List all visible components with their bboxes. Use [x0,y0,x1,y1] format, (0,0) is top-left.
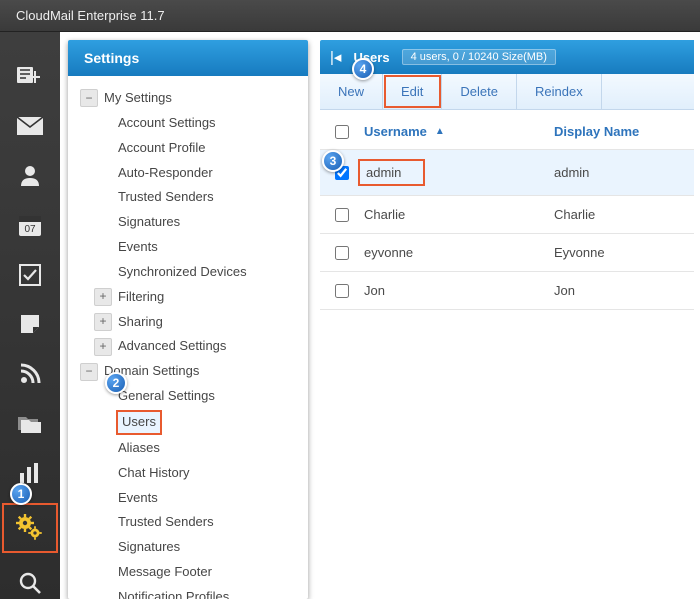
select-all-checkbox[interactable] [335,125,349,139]
main-meta: 4 users, 0 / 10240 Size(MB) [402,49,556,65]
tasks-icon [19,264,41,286]
tree-item-synchronized-devices[interactable]: Synchronized Devices [76,260,300,285]
cell-display-name: Jon [554,283,694,298]
users-table: Username ▲ Display Name admin admin Char… [320,110,694,310]
expand-icon[interactable]: + [94,338,112,356]
new-button[interactable]: New [320,74,383,109]
cell-display-name: Charlie [554,207,694,222]
row-checkbox[interactable] [335,246,349,260]
main-panel: |◂ Users 4 users, 0 / 10240 Size(MB) New… [320,40,694,599]
rail-settings[interactable] [6,507,54,549]
collapse-icon[interactable]: − [80,363,98,381]
column-display-name[interactable]: Display Name [554,124,694,139]
rail-search[interactable] [12,567,48,599]
table-header: Username ▲ Display Name [320,110,694,150]
rail-files[interactable] [12,408,48,440]
tree-item-chat-history[interactable]: Chat History [76,461,300,486]
tree-item-trusted-senders[interactable]: Trusted Senders [76,185,300,210]
tree-item-trusted-senders-domain[interactable]: Trusted Senders [76,510,300,535]
settings-tree: − My Settings Account Settings Account P… [68,76,308,599]
tree-section-label: My Settings [104,89,172,108]
rail-tasks[interactable] [12,259,48,291]
main-header: |◂ Users 4 users, 0 / 10240 Size(MB) [320,40,694,74]
filestorage-icon [18,414,42,434]
tree-item-sharing[interactable]: +Sharing [76,310,300,335]
table-row[interactable]: eyvonne Eyvonne [320,234,694,272]
compose-icon [17,65,43,87]
svg-text:07: 07 [24,224,36,235]
tree-item-aliases[interactable]: Aliases [76,436,300,461]
tree-item-message-footer[interactable]: Message Footer [76,560,300,585]
reindex-button[interactable]: Reindex [517,74,602,109]
cell-username: Charlie [364,207,554,222]
tree-item-advanced-settings[interactable]: +Advanced Settings [76,334,300,359]
calendar-icon: 07 [18,213,42,237]
settings-sidebar: Settings − My Settings Account Settings … [68,40,308,599]
tree-item-users[interactable]: Users [76,409,300,436]
sort-asc-icon: ▲ [435,126,445,137]
expand-icon[interactable]: + [94,313,112,331]
callout-3: 3 [322,150,344,172]
tree-item-auto-responder[interactable]: Auto-Responder [76,161,300,186]
row-checkbox[interactable] [335,208,349,222]
app-title: CloudMail Enterprise 11.7 [16,8,165,23]
cell-display-name: Eyvonne [554,245,694,260]
tree-item-filtering[interactable]: +Filtering [76,285,300,310]
rss-icon [19,363,41,385]
rail-rss[interactable] [12,358,48,390]
tree-item-signatures[interactable]: Signatures [76,210,300,235]
tree-item-events[interactable]: Events [76,235,300,260]
settings-icon [15,513,45,543]
cell-username: eyvonne [364,245,554,260]
sidebar-header: Settings [68,40,308,76]
cell-display-name: admin [554,165,694,180]
users-toolbar: New Edit Delete Reindex [320,74,694,110]
table-row[interactable]: Charlie Charlie [320,196,694,234]
row-checkbox[interactable] [335,284,349,298]
expand-icon[interactable]: + [94,288,112,306]
edit-button[interactable]: Edit [383,74,442,109]
search-icon [19,572,41,594]
rail-compose[interactable] [12,60,48,92]
collapse-icon[interactable]: − [80,89,98,107]
callout-4: 4 [352,58,374,80]
tree-item-events-domain[interactable]: Events [76,486,300,511]
delete-button[interactable]: Delete [442,74,517,109]
notes-icon [19,313,41,335]
tree-item-account-settings[interactable]: Account Settings [76,111,300,136]
rail-notes[interactable] [12,308,48,340]
nav-rail: 07 [0,32,60,599]
table-row[interactable]: admin admin [320,150,694,196]
cell-username: admin [364,161,554,184]
app-titlebar: CloudMail Enterprise 11.7 [0,0,700,32]
rail-contacts[interactable] [12,159,48,191]
cell-username: Jon [364,283,554,298]
tree-item-notification-profiles[interactable]: Notification Profiles [76,585,300,599]
callout-2: 2 [105,372,127,394]
contacts-icon [19,164,41,186]
callout-1: 1 [10,483,32,505]
collapse-panel-icon[interactable]: |◂ [330,48,341,66]
rail-mail[interactable] [12,110,48,142]
rail-calendar[interactable]: 07 [12,209,48,241]
tree-item-signatures-domain[interactable]: Signatures [76,535,300,560]
table-row[interactable]: Jon Jon [320,272,694,310]
reports-icon [19,463,41,483]
column-username[interactable]: Username ▲ [364,124,554,139]
mail-icon [17,117,43,135]
tree-section-my-settings[interactable]: − My Settings [76,86,300,111]
tree-item-account-profile[interactable]: Account Profile [76,136,300,161]
